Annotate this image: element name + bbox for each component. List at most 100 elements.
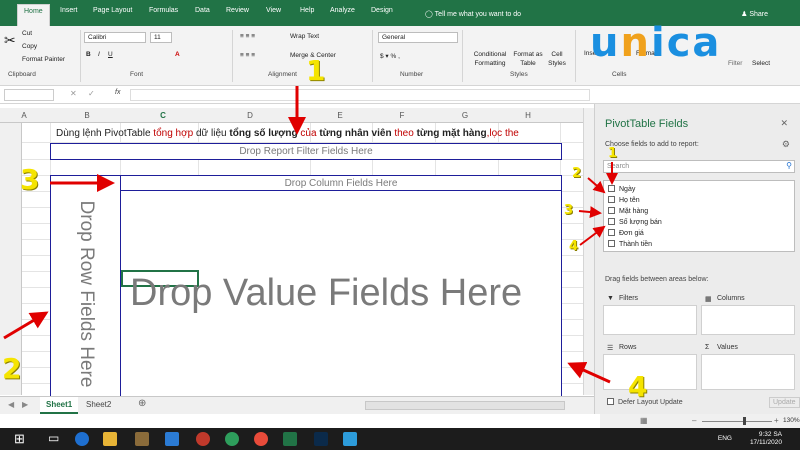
formula-input[interactable] [130, 89, 590, 101]
tab-insert[interactable]: Insert [60, 7, 78, 14]
zoom-level[interactable]: 130% [783, 417, 800, 424]
logo-letter: c [666, 20, 693, 66]
app-icon[interactable] [225, 432, 239, 446]
field-item[interactable]: Họ tên [608, 196, 640, 204]
column-header[interactable]: C [128, 111, 198, 120]
cell-styles-button[interactable]: Cell Styles [546, 50, 568, 68]
zoom-out-icon[interactable]: – [692, 416, 696, 425]
filters-area[interactable] [603, 305, 697, 335]
field-item[interactable]: Ngày [608, 185, 635, 193]
format-painter-button[interactable]: Format Painter [22, 56, 65, 63]
tab-data[interactable]: Data [195, 7, 210, 14]
checkbox[interactable] [607, 398, 614, 405]
conditional-formatting-button[interactable]: Conditional Formatting [468, 50, 512, 68]
font-size-select[interactable]: 11 [150, 32, 172, 43]
language-indicator[interactable]: ENG [718, 435, 732, 442]
title-segment: của [297, 128, 320, 139]
format-as-table-button[interactable]: Format as Table [512, 50, 544, 68]
app-icon[interactable] [343, 432, 357, 446]
italic-icon[interactable]: I [98, 51, 100, 58]
field-item[interactable]: Đơn giá [608, 229, 644, 237]
column-header[interactable]: G [435, 111, 495, 120]
align-top-icon[interactable]: ≡ ≡ ≡ [240, 33, 255, 40]
tab-view[interactable]: View [266, 7, 281, 14]
align-left-icon[interactable]: ≡ ≡ ≡ [240, 52, 255, 59]
column-header[interactable]: A [4, 111, 44, 120]
field-item[interactable]: Số lượng bán [608, 218, 662, 226]
system-clock[interactable]: 9:32 SA 17/11/2020 [750, 431, 782, 447]
checkbox[interactable] [608, 240, 615, 247]
excel-icon[interactable] [283, 432, 297, 446]
windows-start-icon[interactable]: ⊞ [14, 431, 25, 447]
sheet-nav-right-icon[interactable]: ▶ [22, 400, 28, 409]
enter-icon[interactable]: ✓ [88, 89, 95, 98]
report-filter-drop-zone[interactable]: Drop Report Filter Fields Here [50, 143, 562, 160]
column-header[interactable]: H [498, 111, 558, 120]
currency-icon[interactable]: $ ▾ % , [380, 52, 400, 60]
rows-area[interactable] [603, 354, 697, 390]
field-item[interactable]: Mặt hàng [608, 207, 648, 215]
font-name-select[interactable]: Calibri [84, 32, 146, 43]
normal-view-icon[interactable]: ▦ [640, 416, 648, 425]
share-button[interactable]: ♟ Share [741, 10, 768, 18]
fx-label[interactable]: fx [115, 89, 120, 96]
chrome-icon[interactable] [254, 432, 268, 446]
vertical-scrollbar[interactable] [583, 108, 594, 395]
column-header[interactable]: B [62, 111, 112, 120]
add-sheet-icon[interactable]: ⊕ [138, 398, 146, 409]
column-header[interactable]: F [372, 111, 432, 120]
zoom-slider[interactable] [702, 421, 772, 422]
checkbox[interactable] [608, 229, 615, 236]
value-fields-drop-zone[interactable]: Drop Value Fields Here [130, 272, 522, 315]
column-fields-drop-zone[interactable]: Drop Column Fields Here [120, 175, 562, 191]
ribbon-divider [80, 30, 81, 82]
checkbox[interactable] [608, 218, 615, 225]
wrap-text-button[interactable]: Wrap Text [290, 33, 319, 40]
horizontal-scrollbar[interactable] [365, 401, 565, 410]
field-item[interactable]: Thành tiền [608, 240, 652, 248]
sheet-tab[interactable]: Sheet1 [40, 397, 79, 414]
update-button[interactable]: Update [769, 397, 800, 408]
cancel-icon[interactable]: ✕ [70, 89, 77, 98]
zoom-in-icon[interactable]: + [774, 416, 779, 425]
unica-logo: unica [590, 20, 721, 66]
cut-button[interactable]: Cut [22, 30, 32, 37]
underline-icon[interactable]: U [108, 51, 113, 58]
app-icon[interactable] [196, 432, 210, 446]
copy-button[interactable]: Copy [22, 43, 37, 50]
columns-area[interactable] [701, 305, 795, 335]
values-area[interactable] [701, 354, 795, 390]
gear-icon[interactable]: ⚙ [782, 139, 790, 150]
mail-icon[interactable] [165, 432, 179, 446]
checkbox[interactable] [608, 207, 615, 214]
tab-home[interactable]: Home [17, 4, 50, 26]
find-select-button[interactable]: Select [752, 60, 770, 67]
sheet-tab[interactable]: Sheet2 [86, 400, 111, 409]
task-view-icon[interactable]: ▭ [48, 431, 59, 445]
filter-button[interactable]: Filter [728, 60, 742, 67]
column-header[interactable]: D [220, 111, 280, 120]
tab-formulas[interactable]: Formulas [149, 7, 178, 14]
tab-analyze[interactable]: Analyze [330, 7, 355, 14]
file-explorer-icon[interactable] [103, 432, 117, 446]
tab-page-layout[interactable]: Page Layout [93, 7, 132, 14]
sheet-nav-left-icon[interactable]: ◀ [8, 400, 14, 409]
close-icon[interactable]: ✕ [780, 118, 788, 129]
photoshop-icon[interactable] [314, 432, 328, 446]
tab-help[interactable]: Help [300, 7, 314, 14]
row-fields-drop-zone[interactable]: Drop Row Fields Here [50, 190, 121, 397]
name-box[interactable] [4, 89, 54, 101]
briefcase-icon[interactable] [135, 432, 149, 446]
zoom-slider-thumb[interactable] [743, 417, 746, 425]
tab-design[interactable]: Design [371, 7, 393, 14]
number-format-select[interactable]: General [378, 32, 458, 43]
column-header[interactable]: E [310, 111, 370, 120]
font-color-icon[interactable]: A [175, 51, 180, 58]
checkbox[interactable] [608, 196, 615, 203]
checkbox[interactable] [608, 185, 615, 192]
field-search-input[interactable]: Search [603, 160, 795, 173]
tell-me-search[interactable]: ◯ Tell me what you want to do [425, 10, 521, 18]
bold-icon[interactable]: B [86, 51, 91, 58]
tab-review[interactable]: Review [226, 7, 249, 14]
edge-icon[interactable] [75, 432, 89, 446]
